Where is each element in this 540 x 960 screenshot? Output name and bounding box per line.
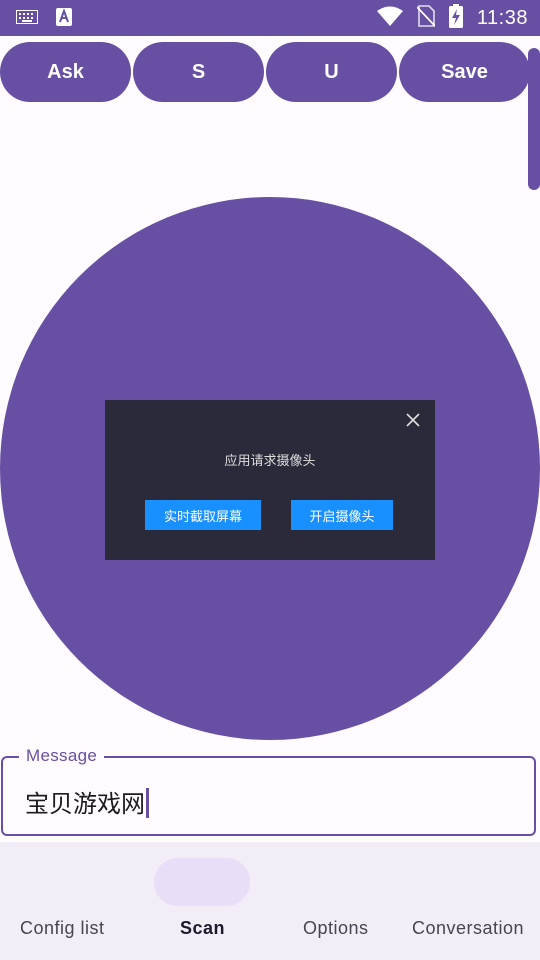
nav-item-config-list[interactable]: Config list [20,918,105,939]
close-icon[interactable] [403,410,423,430]
nav-item-options[interactable]: Options [303,918,369,939]
no-sim-icon [416,5,436,32]
open-camera-button[interactable]: 开启摄像头 [291,500,393,530]
keyboard-icon [16,10,38,29]
status-bar: 11:38 [0,0,540,36]
message-input[interactable]: 宝贝游戏网 [25,784,149,819]
nav-item-conversation[interactable]: Conversation [412,918,524,939]
message-value: 宝贝游戏网 [25,790,145,818]
capture-screen-button[interactable]: 实时截取屏幕 [145,500,261,530]
text-a-icon [56,8,72,31]
bottom-navigation: Config list Scan Options Conversation [0,842,540,960]
nav-item-scan[interactable]: Scan [180,918,225,939]
save-button[interactable]: Save [399,42,530,102]
top-toolbar: Ask S U Save [0,42,530,102]
message-label: Message [19,746,105,766]
dialog-message: 应用请求摄像头 [224,453,316,468]
battery-charging-icon [448,4,463,33]
nav-active-indicator [154,858,250,906]
u-button[interactable]: U [266,42,397,102]
camera-permission-dialog: 应用请求摄像头 实时截取屏幕 开启摄像头 [105,400,435,560]
scrollbar[interactable] [528,48,540,190]
s-button[interactable]: S [133,42,264,102]
status-time: 11:38 [476,7,528,29]
wifi-icon [376,6,403,31]
text-caret [146,788,149,818]
ask-button[interactable]: Ask [0,42,131,102]
message-field[interactable]: Message 宝贝游戏网 [1,746,536,836]
